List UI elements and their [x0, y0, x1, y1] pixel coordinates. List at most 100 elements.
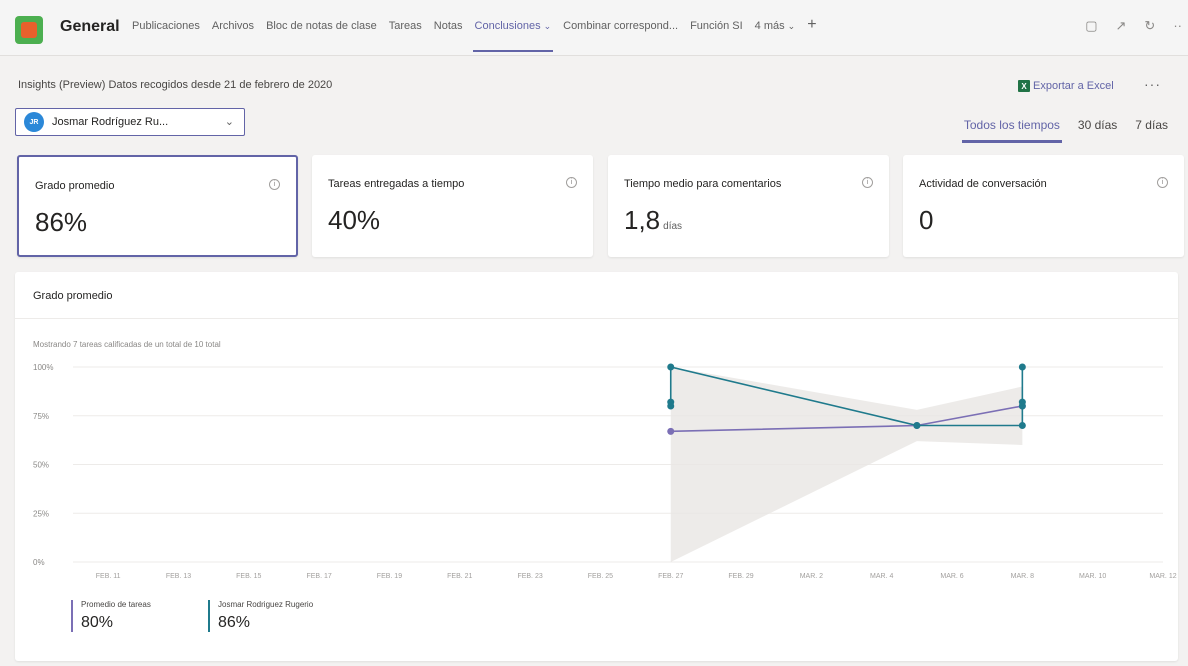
top-bar-actions: ▢ ↗ ↻ ··: [1085, 18, 1182, 34]
chevron-down-icon: ⌄: [543, 21, 552, 31]
card-on-time-submissions[interactable]: Tareas entregadas a tiempo i 40%: [312, 155, 593, 257]
x-tick-label: FEB. 29: [728, 573, 753, 580]
range-tab-30-days[interactable]: 30 días: [1078, 118, 1117, 132]
average-data-point: [667, 427, 675, 435]
student-data-point: [1018, 398, 1026, 406]
card-title: Tareas entregadas a tiempo: [328, 178, 465, 190]
range-tab-all-time[interactable]: Todos los tiempos: [961, 118, 1062, 143]
student-name: Josmar Rodríguez Ru...: [52, 116, 169, 128]
card-conversation-activity[interactable]: Actividad de conversación i 0: [903, 155, 1184, 257]
info-icon[interactable]: i: [1157, 177, 1168, 188]
x-tick-label: FEB. 27: [658, 573, 683, 580]
x-tick-label: FEB. 17: [306, 573, 331, 580]
card-value: 40%: [328, 205, 380, 236]
legend-swatch: [208, 600, 210, 632]
tab-archivos[interactable]: Archivos: [212, 20, 254, 56]
legend-item-student[interactable]: Josmar Rodriguez Rugerio 86%: [208, 600, 313, 632]
range-tab-7-days[interactable]: 7 días: [1135, 118, 1168, 132]
tab-label: Tareas: [388, 20, 422, 32]
chevron-down-icon: ⌄: [787, 21, 796, 31]
x-tick-label: MAR. 4: [870, 573, 893, 580]
chevron-down-icon: ⌄: [224, 116, 234, 128]
card-feedback-time[interactable]: Tiempo medio para comentarios i 1,8 días: [608, 155, 889, 257]
value-unit: días: [663, 221, 683, 232]
legend-value: 80%: [81, 614, 114, 631]
tab-label: Publicaciones: [132, 20, 200, 32]
more-options-icon[interactable]: ···: [1144, 76, 1161, 92]
tab-label: Notas: [433, 20, 463, 32]
student-data-point: [667, 398, 675, 406]
x-tick-label: FEB. 25: [588, 573, 613, 580]
card-value: 1,8 días: [624, 205, 682, 236]
chat-icon[interactable]: ▢: [1085, 18, 1097, 34]
x-tick-label: MAR. 2: [800, 573, 823, 580]
student-data-point: [913, 422, 921, 429]
avatar: JR: [24, 112, 44, 132]
top-bar: General Publicaciones Archivos Bloc de n…: [0, 0, 1188, 56]
tab-funcion-si[interactable]: Función SI: [690, 20, 743, 56]
export-excel-button[interactable]: X Exportar a Excel: [1018, 80, 1114, 92]
value-text: 40%: [328, 205, 381, 235]
tab-bloc-de-notas[interactable]: Bloc de notas de clase: [266, 20, 377, 56]
tab-notas[interactable]: Notas: [434, 20, 463, 56]
legend-label: Promedio de tareas: [81, 600, 151, 609]
student-data-point: [1018, 363, 1026, 371]
value-text: 1,8: [624, 205, 661, 235]
chart-panel: Grado promedio Mostrando 7 tareas califi…: [15, 272, 1178, 661]
legend-item-average[interactable]: Promedio de tareas 80%: [71, 600, 151, 632]
tab-label: Combinar correspond...: [563, 20, 679, 32]
tab-conclusiones[interactable]: Conclusiones ⌄: [472, 20, 553, 56]
card-value: 86%: [35, 207, 87, 238]
legend-label: Josmar Rodriguez Rugerio: [218, 600, 314, 609]
info-icon[interactable]: i: [862, 177, 873, 188]
y-tick-label: 100%: [33, 363, 53, 372]
y-tick-label: 50%: [33, 461, 49, 470]
tab-combinar[interactable]: Combinar correspond...: [563, 20, 678, 56]
tab-label: Función SI: [690, 20, 743, 32]
x-tick-label: MAR. 12: [1149, 573, 1176, 580]
card-title: Grado promedio: [35, 180, 115, 192]
tab-label: Bloc de notas de clase: [266, 20, 377, 32]
channel-tabs: Publicaciones Archivos Bloc de notas de …: [132, 16, 817, 56]
value-text: 0: [919, 205, 934, 235]
y-tick-label: 0%: [33, 558, 45, 567]
card-title: Tiempo medio para comentarios: [624, 178, 782, 190]
team-logo[interactable]: [15, 16, 43, 44]
insights-title: Insights (Preview) Datos recogidos desde…: [18, 79, 333, 91]
channel-title: General: [60, 18, 120, 35]
x-tick-label: FEB. 23: [517, 573, 542, 580]
more-icon[interactable]: ··: [1173, 18, 1182, 34]
x-tick-label: FEB. 13: [166, 573, 191, 580]
y-tick-label: 75%: [33, 412, 49, 421]
student-dropdown[interactable]: JR Josmar Rodríguez Ru... ⌄: [15, 108, 245, 136]
student-data-point: [1018, 422, 1026, 429]
tab-more[interactable]: 4 más ⌄: [755, 20, 796, 56]
expand-icon[interactable]: ↗: [1116, 18, 1127, 34]
grade-chart: 100% 75% 50% 25% 0% FEB. 11 FEB. 13 FEB. 15 FEB.…: [33, 363, 1177, 580]
time-range-tabs: Todos los tiempos 30 días 7 días: [961, 118, 1168, 143]
x-tick-label: FEB. 11: [96, 573, 121, 580]
x-tick-label: FEB. 21: [447, 573, 472, 580]
tab-label: Archivos: [211, 20, 255, 32]
tab-label: 4 más: [754, 20, 785, 32]
tab-tareas[interactable]: Tareas: [389, 20, 422, 56]
y-tick-label: 25%: [33, 509, 49, 518]
x-tick-label: MAR. 8: [1011, 573, 1034, 580]
add-tab-icon[interactable]: +: [807, 16, 816, 52]
tab-label: Conclusiones: [474, 20, 541, 32]
x-tick-label: FEB. 15: [236, 573, 261, 580]
legend-value: 86%: [218, 614, 251, 631]
legend-swatch: [71, 600, 73, 632]
x-tick-label: MAR. 10: [1079, 573, 1106, 580]
card-value: 0: [919, 205, 933, 236]
export-label: Exportar a Excel: [1033, 80, 1114, 92]
tab-publicaciones[interactable]: Publicaciones: [132, 20, 200, 56]
card-title: Actividad de conversación: [919, 178, 1047, 190]
card-average-grade[interactable]: Grado promedio i 86%: [17, 155, 298, 257]
info-icon[interactable]: i: [566, 177, 577, 188]
refresh-icon[interactable]: ↻: [1144, 18, 1155, 34]
student-data-point: [667, 363, 675, 371]
value-text: 86%: [35, 207, 88, 237]
info-icon[interactable]: i: [269, 179, 280, 190]
excel-icon: X: [1018, 80, 1030, 92]
